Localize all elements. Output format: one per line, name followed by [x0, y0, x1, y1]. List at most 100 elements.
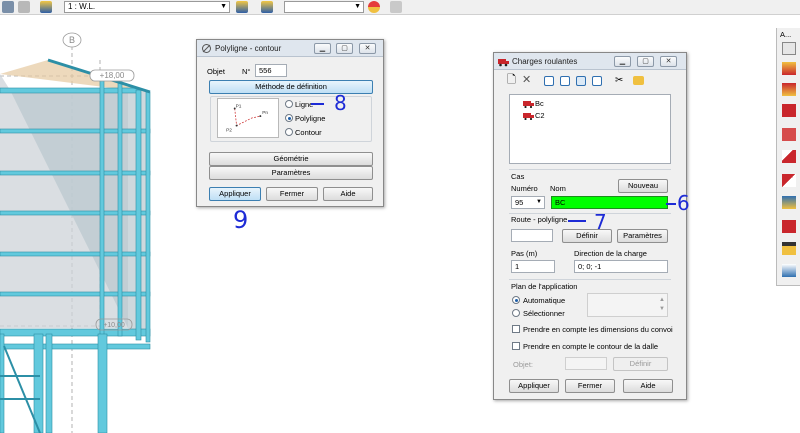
beam-load-icon[interactable]: [782, 104, 796, 117]
fermer-button[interactable]: Fermer: [266, 187, 318, 201]
charges-title: Charges roulantes: [512, 57, 578, 66]
table-load-icon[interactable]: [782, 264, 796, 277]
pas-input[interactable]: 1: [511, 260, 555, 273]
moving-load-icon[interactable]: [782, 220, 796, 233]
numero-label: N°: [242, 67, 251, 76]
cas-label: Cas: [511, 172, 525, 181]
section-divider: [509, 213, 671, 214]
plan-selectionner-label[interactable]: Sélectionner: [523, 309, 565, 318]
route-parametres-button[interactable]: Paramètres: [617, 229, 668, 243]
plan-automatique-label[interactable]: Automatique: [523, 296, 565, 305]
load-display-icon[interactable]: [236, 1, 248, 13]
pas-label: Pas (m): [511, 249, 538, 258]
sketch-label-pn: Pn: [262, 110, 268, 116]
close-button[interactable]: ✕: [359, 43, 376, 54]
level-tag-top: +18,00: [100, 71, 125, 80]
cut-icon[interactable]: ✂: [615, 75, 623, 86]
plan-label: Plan de l'application: [511, 282, 578, 291]
direction-label: Direction de la charge: [574, 249, 647, 258]
load-arrow-icon[interactable]: [782, 62, 796, 75]
chevron-down-icon: ▼: [220, 3, 227, 10]
close-button[interactable]: ✕: [660, 56, 677, 67]
option-polyligne-label[interactable]: Polyligne: [295, 114, 325, 123]
convoy-list[interactable]: Bc C2: [509, 94, 671, 164]
truck-icon: [498, 59, 509, 67]
load-case-icon[interactable]: [40, 1, 52, 13]
axis-label: B: [69, 35, 75, 45]
new-document-icon[interactable]: 🗋: [507, 75, 516, 86]
direction-input[interactable]: 0; 0; -1: [574, 260, 668, 273]
option-polyligne-radio[interactable]: [285, 114, 293, 122]
select-tool-icon[interactable]: [2, 1, 14, 13]
plan-automatique-radio[interactable]: [512, 296, 520, 304]
charges-roulantes-dialog: Charges roulantes ▁ ▢ ✕ 🗋 ✕ ✂ Bc C2 Cas …: [493, 52, 687, 400]
maximize-button[interactable]: ▢: [336, 43, 353, 54]
numero-label: Numéro: [511, 184, 538, 193]
nouveau-button[interactable]: Nouveau: [618, 179, 668, 193]
option-contour-label[interactable]: Contour: [295, 128, 322, 137]
aide-button[interactable]: Aide: [323, 187, 373, 201]
parametres-button[interactable]: Paramètres: [209, 166, 373, 180]
load-case-select-value: 1 : W.L.: [68, 2, 96, 11]
numero-select-value: 95: [515, 198, 524, 207]
fermer-button[interactable]: Fermer: [565, 379, 615, 393]
polyligne-titlebar[interactable]: Polyligne - contour ▁ ▢ ✕: [197, 40, 383, 57]
thermal-load-icon[interactable]: [782, 196, 796, 209]
frame-load-icon[interactable]: [782, 83, 796, 96]
view-list-icon[interactable]: [544, 76, 554, 86]
numero-select[interactable]: 95 ▼: [511, 196, 545, 209]
chevron-down-icon: ▼: [536, 199, 542, 205]
nom-input[interactable]: BC: [551, 196, 668, 209]
convoy-name: Bc: [535, 99, 544, 108]
charges-titlebar[interactable]: Charges roulantes ▁ ▢ ✕: [494, 53, 686, 70]
view-grid-icon[interactable]: [576, 76, 586, 86]
open-folder-icon[interactable]: [633, 76, 644, 85]
objet-definir-button: Définir: [613, 357, 668, 371]
chevron-down-icon: ▼: [659, 306, 665, 312]
route-input[interactable]: [511, 229, 553, 242]
appliquer-button[interactable]: Appliquer: [209, 187, 261, 201]
truck-icon: [523, 101, 534, 108]
link-icon[interactable]: [390, 1, 402, 13]
route-polyligne-label: Route - polyligne: [511, 215, 568, 224]
appliquer-button[interactable]: Appliquer: [509, 379, 559, 393]
polyline-icon: [202, 44, 211, 53]
distributed-load-icon[interactable]: [782, 128, 796, 141]
surface-load-icon[interactable]: [782, 174, 796, 187]
polyligne-title: Polyligne - contour: [215, 44, 282, 53]
load-case-select[interactable]: 1 : W.L. ▼: [64, 1, 230, 13]
color-scale-icon[interactable]: [368, 1, 380, 13]
view-details-icon[interactable]: [560, 76, 570, 86]
annotation-9: 9: [233, 206, 249, 234]
section-divider: [509, 169, 671, 170]
plan-selectionner-radio[interactable]: [512, 309, 520, 317]
annotation-8: 8: [334, 91, 347, 115]
aide-button[interactable]: Aide: [623, 379, 673, 393]
combination-select[interactable]: ▼: [284, 1, 364, 13]
plan-select[interactable]: ▲ ▼: [587, 293, 668, 317]
option-ligne-radio[interactable]: [285, 100, 293, 108]
dimensions-convoi-checkbox[interactable]: [512, 325, 520, 333]
layer-icon[interactable]: [18, 1, 30, 13]
minimize-button[interactable]: ▁: [614, 56, 631, 67]
option-contour-radio[interactable]: [285, 128, 293, 136]
delete-icon[interactable]: ✕: [522, 75, 531, 86]
view-table-icon[interactable]: [592, 76, 602, 86]
polyligne-dialog: Polyligne - contour ▁ ▢ ✕ Objet N° 556 M…: [196, 39, 384, 207]
geometrie-button[interactable]: Géométrie: [209, 152, 373, 166]
methode-definition-button[interactable]: Méthode de définition: [209, 80, 373, 94]
numero-input[interactable]: 556: [255, 64, 287, 77]
maximize-button[interactable]: ▢: [637, 56, 654, 67]
minimize-button[interactable]: ▁: [314, 43, 331, 54]
contour-dalle-checkbox[interactable]: [512, 342, 520, 350]
objet-label: Objet:: [513, 360, 534, 369]
load-edit-icon[interactable]: [261, 1, 273, 13]
contour-dalle-label[interactable]: Prendre en compte le contour de la dalle: [523, 342, 658, 351]
dimensions-convoi-label[interactable]: Prendre en compte les dimensions du conv…: [523, 325, 673, 334]
diagonal-load-icon[interactable]: [782, 150, 796, 163]
wave-icon[interactable]: [782, 42, 796, 55]
support-icon[interactable]: [782, 242, 796, 255]
annotation-7: 7: [594, 210, 607, 234]
sketch-label-p2: P2: [226, 127, 232, 133]
sketch-label-p1: P1: [236, 104, 242, 110]
